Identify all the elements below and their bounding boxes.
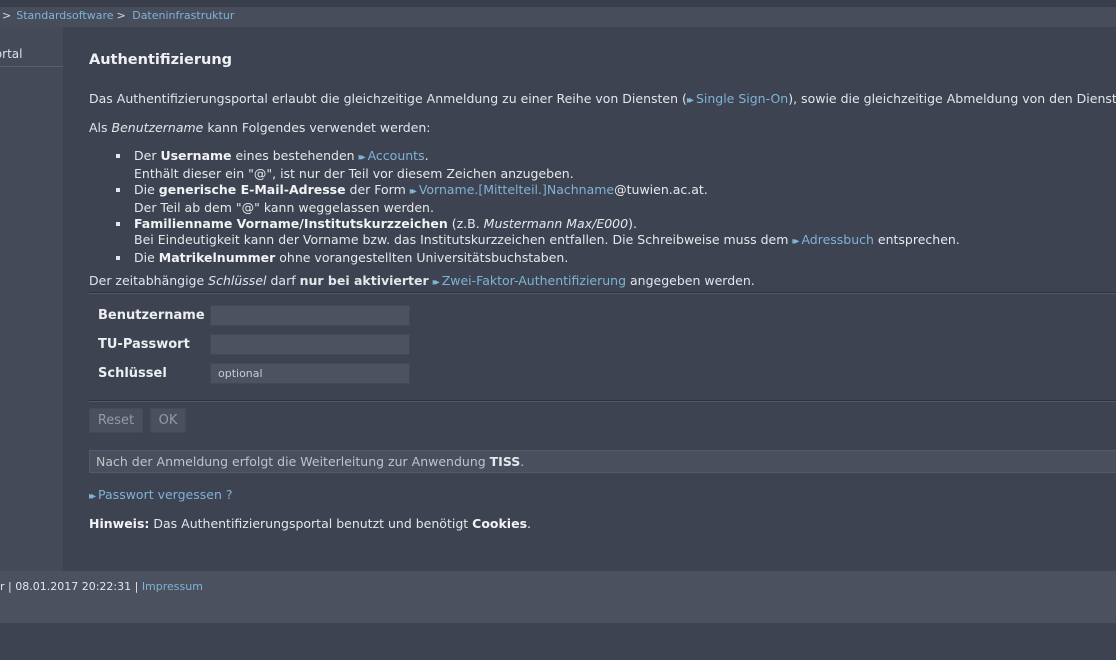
bottom-area [0, 623, 1116, 660]
adressbuch-link[interactable]: Adressbuch [801, 232, 874, 247]
bullet-text: ohne vorangestellten Universitätsbuchsta… [275, 250, 569, 265]
redirect-end: . [520, 454, 525, 469]
footer: r | 08.01.2017 20:22:31 | Impressum [0, 571, 1116, 623]
bullet-bold: Matrikelnummer [158, 250, 276, 265]
link-arrow-icon: ▸▸ [792, 236, 799, 247]
bullet-line2: entsprechen. [873, 232, 960, 247]
key-label: Schlüssel [98, 366, 167, 381]
forgot-password: ▸▸ Passwort vergessen ? [89, 487, 232, 502]
bullet-line2: Enthält dieser ein "@", ist nur der Teil… [134, 166, 574, 181]
key-note-strong: nur bei aktivierter [299, 273, 429, 288]
breadcrumb-standardsoftware[interactable]: Standardsoftware [16, 9, 113, 22]
intro-before: Das Authentifizierungsportal erlaubt die… [89, 91, 687, 106]
email-format-link[interactable]: Vorname.[Mittelteil.]Nachname [419, 182, 614, 197]
password-label: TU-Passwort [98, 337, 190, 352]
ok-button[interactable]: OK [150, 408, 186, 433]
password-input[interactable] [210, 334, 410, 355]
bullet-text: Die [134, 250, 159, 265]
bullet-text: Die [134, 182, 159, 197]
breadcrumb-separator: > [2, 9, 12, 22]
bullet-text: @tuwien.ac.at. [614, 182, 708, 197]
list-item: Familienname Vorname/Institutskurzzeiche… [109, 216, 960, 250]
two-factor-link[interactable]: Zwei-Faktor-Authentifizierung [442, 273, 626, 288]
key-note-em: Schlüssel [208, 273, 267, 288]
bullet-text: . [424, 148, 429, 163]
redirect-text: Nach der Anmeldung erfolgt die Weiterlei… [96, 454, 490, 469]
bullet-text: der Form [345, 182, 410, 197]
single-sign-on-link[interactable]: Single Sign-On [696, 91, 788, 106]
main-content: Authentifizierung Das Authentifizierungs… [63, 27, 1116, 571]
link-arrow-icon: ▸▸ [686, 95, 694, 106]
breadcrumb-dateninfrastruktur[interactable]: Dateninfrastruktur [132, 9, 234, 22]
link-arrow-icon: ▸▸ [89, 491, 96, 502]
footer-text: r | 08.01.2017 20:22:31 | [0, 580, 142, 593]
bullet-bold: generische E-Mail-Adresse [158, 182, 346, 197]
hint-text: Hinweis: Das Authentifizierungsportal be… [89, 516, 531, 531]
hint-label: Hinweis: [89, 516, 150, 531]
divider [89, 292, 1116, 294]
bullet-bold: Familienname Vorname/Institutskurzzeiche… [134, 216, 448, 231]
hint-end: . [527, 516, 531, 531]
list-item: Der Username eines bestehenden ▸▸ Account… [109, 148, 960, 182]
top-bar [0, 0, 1116, 7]
username-intro-em: Benutzername [111, 120, 204, 135]
forgot-password-link[interactable]: Passwort vergessen ? [98, 487, 232, 502]
bullet-line2: Der Teil ab dem "@" kann weggelassen wer… [134, 200, 434, 215]
link-arrow-icon: ▸▸ [409, 186, 417, 197]
reset-button[interactable]: Reset [89, 408, 143, 433]
list-item: Die Matrikelnummer ohne vorangestellten … [109, 250, 960, 266]
username-options-list: Der Username eines bestehenden ▸▸ Account… [109, 148, 960, 266]
breadcrumb: > Standardsoftware > Dateninfrastruktur [0, 7, 1116, 27]
key-note-a: Der zeitabhängige [89, 273, 209, 288]
bullet-text: ). [628, 216, 637, 231]
breadcrumb-separator: > [116, 9, 126, 22]
hint-cookies: Cookies [472, 516, 528, 531]
username-intro-b: kann Folgendes verwendet werden: [203, 120, 431, 135]
bullet-bold: Username [160, 148, 232, 163]
sidebar: Portal [0, 27, 63, 571]
divider [89, 400, 1116, 402]
username-input[interactable] [210, 305, 410, 326]
intro-text: Das Authentifizierungsportal erlaubt die… [89, 91, 1116, 106]
sidebar-item-portal[interactable]: Portal [0, 43, 63, 67]
redirect-app: TISS [489, 454, 521, 469]
username-label: Benutzername [98, 308, 205, 323]
key-note: Der zeitabhängige Schlüssel darf nur bei… [89, 273, 755, 288]
username-intro-a: Als [89, 120, 112, 135]
bullet-text: (z.B. [447, 216, 484, 231]
page-title: Authentifizierung [89, 52, 233, 68]
username-intro: Als Benutzername kann Folgendes verwende… [89, 120, 431, 135]
link-arrow-icon: ▸▸ [358, 152, 366, 163]
bullet-line2: Bei Eindeutigkeit kann der Vorname bzw. … [134, 232, 793, 247]
key-note-c: angegeben werden. [626, 273, 755, 288]
key-note-b: darf [266, 273, 300, 288]
impressum-link[interactable]: Impressum [142, 580, 203, 593]
intro-after: ), sowie die gleichzeitige Abmeldung von… [788, 91, 1116, 106]
bullet-text: eines bestehenden [231, 148, 359, 163]
redirect-info: Nach der Anmeldung erfolgt die Weiterlei… [89, 450, 1116, 473]
bullet-em: Mustermann Max/E000 [483, 216, 629, 231]
key-input[interactable] [210, 363, 410, 384]
list-item: Die generische E-Mail-Adresse der Form ▸… [109, 182, 960, 216]
sidebar-item-label: Portal [0, 47, 23, 61]
bullet-text: Der [134, 148, 161, 163]
hint-body: Das Authentifizierungsportal benutzt und… [149, 516, 473, 531]
link-arrow-icon: ▸▸ [432, 277, 440, 288]
accounts-link[interactable]: Accounts [368, 148, 425, 163]
